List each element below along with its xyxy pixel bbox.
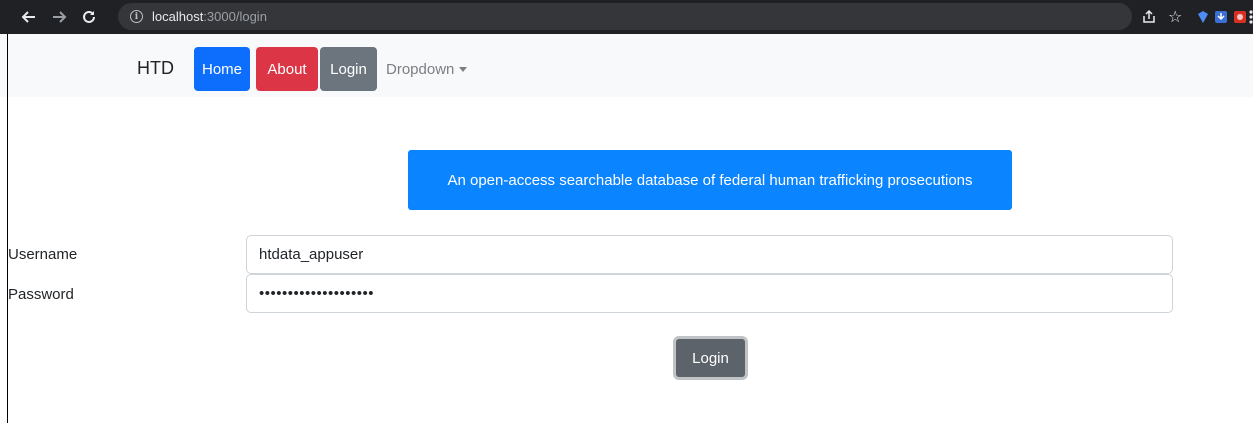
- browser-menu-icon[interactable]: [1249, 0, 1253, 34]
- extension-download-icon[interactable]: [1214, 0, 1230, 34]
- username-input[interactable]: [246, 235, 1173, 274]
- extension-shield-icon[interactable]: [1196, 0, 1212, 34]
- url-host: localhost: [152, 9, 204, 24]
- username-label: Username: [8, 246, 78, 263]
- info-banner: An open-access searchable database of fe…: [408, 150, 1012, 210]
- back-arrow-icon[interactable]: [16, 4, 42, 30]
- nav-dropdown-toggle[interactable]: Dropdown: [386, 47, 468, 91]
- page-left-border: [7, 34, 8, 423]
- nav-dropdown-label: Dropdown: [386, 60, 455, 78]
- forward-arrow-icon[interactable]: [46, 4, 72, 30]
- url-path: :3000/login: [203, 9, 267, 24]
- page-content: HTD Home About Login Dropdown An open-ac…: [0, 34, 1253, 423]
- password-input[interactable]: [246, 274, 1173, 313]
- nav-about-link[interactable]: About: [256, 47, 318, 91]
- site-info-icon[interactable]: i: [130, 10, 143, 23]
- password-label: Password: [8, 286, 74, 303]
- address-bar[interactable]: i localhost:3000/login: [118, 3, 1132, 30]
- nav-login-link[interactable]: Login: [320, 47, 377, 91]
- extension-red-icon[interactable]: [1233, 0, 1249, 34]
- caret-down-icon: [459, 66, 468, 72]
- login-submit-button[interactable]: Login: [673, 336, 748, 380]
- top-navbar: HTD Home About Login Dropdown: [0, 34, 1253, 97]
- share-icon[interactable]: [1141, 0, 1159, 34]
- reload-icon[interactable]: [76, 4, 102, 30]
- nav-home-link[interactable]: Home: [194, 47, 250, 91]
- bookmark-star-icon[interactable]: ☆: [1168, 0, 1186, 34]
- browser-toolbar: i localhost:3000/login ☆: [0, 0, 1253, 34]
- brand-link[interactable]: HTD: [137, 58, 174, 79]
